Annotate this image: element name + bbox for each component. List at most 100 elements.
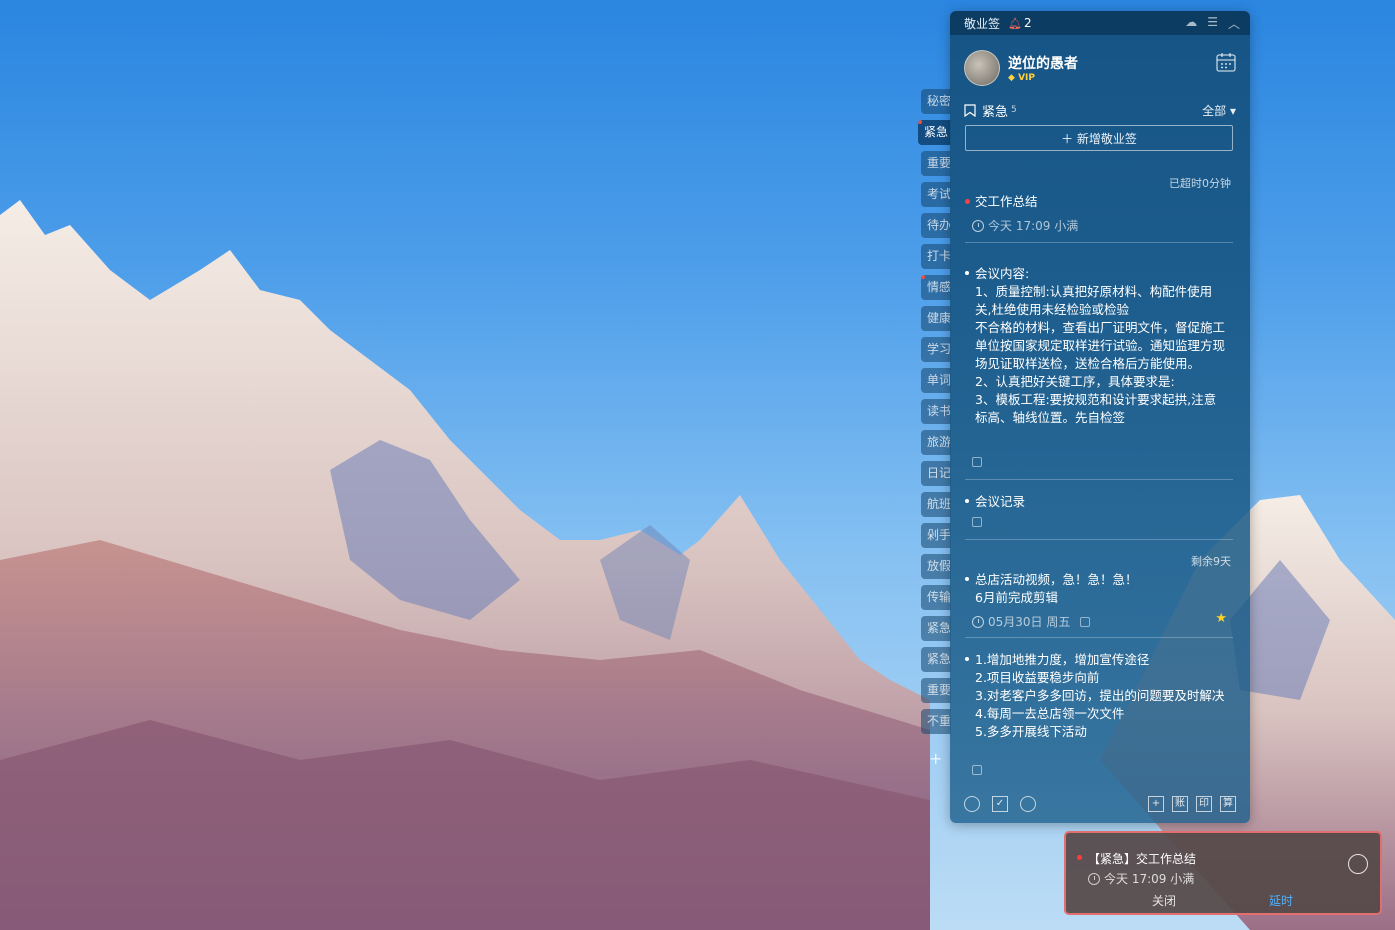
reminder-popup: 【紧急】交工作总结 今天 17:09 小满 关闭 延时 (1064, 831, 1382, 915)
note-title: 会议记录 (975, 494, 1026, 509)
user-header: 逆位的愚者 ◆ VIP (950, 35, 1250, 101)
side-tab[interactable]: 紧急 (918, 120, 951, 145)
clock-icon (1088, 872, 1100, 885)
note-line: 1、质量控制:认真把好原材料、构配件使用关,杜绝使用未经检验或检验 (975, 284, 1213, 317)
side-tab[interactable]: 紧急 (921, 616, 951, 641)
attachment-icon (972, 517, 982, 527)
bookmark-icon (964, 103, 976, 117)
side-tab[interactable]: 情感 (921, 275, 951, 300)
print-icon[interactable]: 印 (1196, 796, 1212, 812)
note-line: 不合格的材料，查看出厂证明文件，督促施工单位按国家规定取样进行试验。通知监理方现… (975, 320, 1226, 371)
category-tab-strip: 秘密 紧急 重要 考试 待办 打卡 情感 健康 学习 单词 读书 旅游 日记 航班 剁手 放假 传输 紧急 紧急 重要… (918, 89, 953, 769)
note-line: 3.对老客户多多回访，提出的问题要及时解决 (975, 688, 1225, 703)
calendar-icon[interactable] (1216, 52, 1236, 72)
side-tab[interactable]: 放假 (921, 554, 951, 579)
star-icon[interactable]: ★ (1215, 611, 1227, 626)
attachment-icon (972, 765, 982, 775)
note-line: 6月前完成剪辑 (975, 590, 1058, 605)
side-tab[interactable]: 不重 (921, 709, 951, 734)
note-list: 已超时0分钟 交工作总结 今天 17:09 小满 会议内容: 1、质量控制:认真… (950, 173, 1250, 783)
side-tab[interactable]: 考试 (921, 182, 951, 207)
note-title: 交工作总结 (975, 194, 1038, 209)
remaining-status: 剩余9天 (1191, 555, 1231, 568)
note-item[interactable]: 会议记录 (965, 491, 1235, 541)
sticky-note-panel: 敬业签 🔔︎ 2 ☁ ☰ ︿ 逆位的愚者 ◆ VIP 紧急 5 全部 ▾ ＋ 新… (950, 11, 1250, 823)
unread-dot (918, 120, 922, 124)
note-line: 2、认真把好关键工序，具体要求是: (975, 374, 1175, 389)
collapse-icon[interactable]: ︿ (1228, 15, 1240, 32)
attachment-icon (1080, 616, 1091, 627)
urgent-dot (965, 199, 970, 204)
side-tab[interactable]: 单词 (921, 368, 951, 393)
add-note-button[interactable]: ＋ 新增敬业签 (965, 125, 1233, 151)
bell-icon[interactable]: 🔔︎ (1008, 17, 1022, 30)
note-line: 2.项目收益要稳步向前 (975, 670, 1100, 685)
note-line: 3、模板工程:要按规范和设计要求起拱,注意标高、轴线位置。先自检签 (975, 392, 1217, 425)
side-tab[interactable]: 健康 (921, 306, 951, 331)
menu-icon[interactable]: ☰ (1207, 15, 1218, 32)
divider (965, 479, 1233, 480)
divider (965, 242, 1233, 243)
panel-footer: ✓ + 账 印 算 (950, 785, 1250, 823)
complete-checkbox[interactable] (1348, 854, 1368, 874)
calculator-icon[interactable]: 算 (1220, 796, 1236, 812)
side-tab[interactable]: 待办 (921, 213, 951, 238)
checklist-icon[interactable]: ✓ (992, 796, 1008, 812)
cloud-sync-icon[interactable]: ☁ (1185, 15, 1197, 32)
filter-dropdown[interactable]: 全部 ▾ (1202, 102, 1236, 119)
bullet (965, 271, 969, 275)
close-button[interactable]: 关闭 (1152, 892, 1176, 909)
attachment-icon (972, 457, 982, 467)
note-body: 会议内容: 1、质量控制:认真把好原材料、构配件使用关,杜绝使用未经检验或检验 … (975, 265, 1227, 445)
note-item[interactable]: 已超时0分钟 交工作总结 今天 17:09 小满 (965, 173, 1235, 253)
side-tab[interactable]: 打卡 (921, 244, 951, 269)
add-tab-button[interactable]: + (929, 749, 942, 768)
bullet (965, 499, 969, 503)
popup-title: 【紧急】交工作总结 (1088, 852, 1197, 866)
side-tab[interactable]: 传输 (921, 585, 951, 610)
side-tab[interactable]: 学习 (921, 337, 951, 362)
ledger-icon[interactable]: 账 (1172, 796, 1188, 812)
clock-icon[interactable] (964, 796, 980, 812)
popup-time: 今天 17:09 小满 (1104, 872, 1195, 886)
reminder-time: 今天 17:09 小满 (988, 219, 1079, 233)
note-line: 会议内容: (975, 266, 1030, 281)
reminder-date: 05月30日 周五 (988, 615, 1071, 629)
vip-badge: VIP (1018, 73, 1035, 83)
category-row: 紧急 5 全部 ▾ (964, 101, 1236, 120)
note-line: 1.增加地推力度，增加宣传途径 (975, 652, 1150, 667)
divider (965, 637, 1233, 638)
side-tab[interactable]: 重要 (921, 678, 951, 703)
side-tab[interactable]: 紧急 (921, 647, 951, 672)
add-icon[interactable]: + (1148, 796, 1164, 812)
category-count: 5 (1011, 105, 1017, 115)
diamond-icon: ◆ (1008, 73, 1015, 83)
side-tab[interactable]: 剁手 (921, 523, 951, 548)
clock-icon (972, 219, 984, 232)
note-line: 总店活动视频，急！急！急！ (975, 572, 1138, 587)
search-icon[interactable] (1020, 796, 1036, 812)
notification-count: 2 (1023, 16, 1032, 30)
side-tab[interactable]: 旅游 (921, 430, 951, 455)
side-tab[interactable]: 日记 (921, 461, 951, 486)
user-name[interactable]: 逆位的愚者 (1008, 53, 1078, 73)
side-tab[interactable]: 航班 (921, 492, 951, 517)
unread-dot (921, 275, 925, 279)
bullet (965, 657, 969, 661)
note-line: 4.每周一去总店领一次文件 (975, 706, 1125, 721)
category-name: 紧急 (982, 104, 1009, 120)
note-item[interactable]: 剩余9天 总店活动视频，急！急！急！ 6月前完成剪辑 05月30日 周五 ★ (965, 551, 1235, 641)
side-tab[interactable]: 重要 (921, 151, 951, 176)
snooze-button[interactable]: 延时 (1269, 892, 1293, 909)
overdue-status: 已超时0分钟 (1169, 177, 1231, 190)
title-bar[interactable]: 敬业签 🔔︎ 2 ☁ ☰ ︿ (950, 11, 1250, 35)
note-item[interactable]: 1.增加地推力度，增加宣传途径 2.项目收益要稳步向前 3.对老客户多多回访，提… (965, 649, 1235, 783)
note-line: 5.多多开展线下活动 (975, 724, 1087, 739)
note-item[interactable]: 会议内容: 1、质量控制:认真把好原材料、构配件使用关,杜绝使用未经检验或检验 … (965, 263, 1235, 481)
avatar[interactable] (964, 50, 1000, 86)
urgent-dot (1077, 855, 1082, 860)
side-tab[interactable]: 读书 (921, 399, 951, 424)
app-title: 敬业签 (964, 16, 1001, 31)
side-tab[interactable]: 秘密 (921, 89, 951, 114)
note-body: 1.增加地推力度，增加宣传途径 2.项目收益要稳步向前 3.对老客户多多回访，提… (975, 651, 1227, 741)
